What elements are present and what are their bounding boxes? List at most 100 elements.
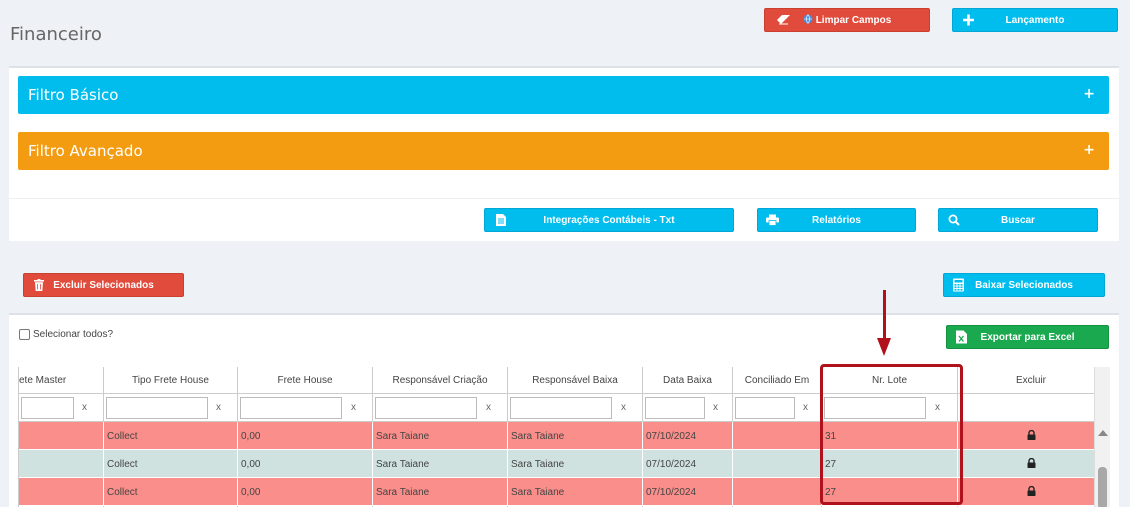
filter-input[interactable] [21,397,74,419]
column-filter: x [822,394,957,422]
table-cell: Sara Taiane [508,422,643,450]
scroll-thumb[interactable] [1098,467,1107,507]
settle-selected-label: Baixar Selecionados [975,279,1073,291]
select-all-label: Selecionar todos? [33,329,114,340]
expand-plus-icon: + [1083,86,1095,102]
table-cell [958,478,1103,506]
export-excel-label: Exportar para Excel [980,331,1075,343]
annotation-arrow-head [877,338,891,356]
reports-label: Relatórios [812,214,861,226]
filter-input[interactable] [106,397,208,419]
table-cell [19,478,104,506]
clear-fields-label: Limpar Campos [815,14,892,26]
column-header[interactable]: Tipo Frete House [104,367,237,394]
delete-selected-button[interactable]: Excluir Selecionados [23,273,184,297]
plus-icon [963,14,974,26]
table-cell: 0,00 [238,478,373,506]
table-cell: Sara Taiane [508,450,643,478]
column-header: Excluir [958,367,1103,394]
clear-filter-icon[interactable]: x [803,402,808,413]
eraser-icon [777,15,791,25]
document-icon [496,214,506,226]
table-cell [19,450,104,478]
table-cell: 27 [822,478,958,506]
column-filter: x [238,394,372,422]
select-all-checkbox-row[interactable]: Selecionar todos? [19,329,113,340]
table-cell: 07/10/2024 [643,478,733,506]
excel-icon [956,330,967,344]
scroll-up-arrow-icon[interactable] [1098,430,1108,436]
table-cell: Sara Taiane [373,478,508,506]
table-cell [19,422,104,450]
table-cell: 0,00 [238,422,373,450]
delete-selected-label: Excluir Selecionados [53,279,154,291]
filter-input[interactable] [375,397,477,419]
data-grid: ete Master x Tipo Frete House x Frete Ho… [18,367,1103,507]
column-filter: x [19,394,103,422]
launch-label: Lançamento [1005,14,1065,26]
annotation-arrow [883,290,886,342]
column-header[interactable]: Conciliado Em [733,367,821,394]
table-cell [958,422,1103,450]
clear-fields-button[interactable]: Limpar Campos [764,8,930,32]
column-header[interactable]: Data Baixa [643,367,732,394]
basic-filter-accordion[interactable]: Filtro Básico + [18,76,1109,114]
integrations-button[interactable]: Integrações Contábeis - Txt [484,208,734,232]
table-row[interactable]: Collect 0,00 Sara Taiane Sara Taiane 07/… [19,478,1103,506]
filter-input[interactable] [510,397,612,419]
launch-button[interactable]: Lançamento [952,8,1118,32]
column-filter: x [508,394,642,422]
lock-icon[interactable] [1027,429,1036,443]
export-excel-button[interactable]: Exportar para Excel [946,325,1109,349]
table-cell: Collect [104,422,238,450]
table-cell: Collect [104,478,238,506]
table-row[interactable]: Collect 0,00 Sara Taiane Sara Taiane 07/… [19,422,1103,450]
clear-filter-icon[interactable]: x [935,402,940,413]
reports-button[interactable]: Relatórios [757,208,916,232]
lock-icon[interactable] [1027,457,1036,471]
table-cell [733,478,822,506]
table-cell [958,450,1103,478]
print-icon [766,214,779,226]
table-cell: Collect [104,450,238,478]
basic-filter-label: Filtro Básico [28,86,119,104]
advanced-filter-label: Filtro Avançado [28,142,143,160]
filter-input[interactable] [645,397,705,419]
clear-filter-icon[interactable]: x [82,402,87,413]
calculator-icon [953,278,964,292]
column-header[interactable]: Frete House [238,367,372,394]
table-cell: Sara Taiane [373,450,508,478]
search-button[interactable]: Buscar [938,208,1098,232]
grid-panel: Selecionar todos? Exportar para Excel et… [9,313,1119,507]
table-cell: 31 [822,422,958,450]
column-header[interactable]: Nr. Lote [822,367,957,394]
clear-filter-icon[interactable]: x [486,402,491,413]
filter-input[interactable] [824,397,926,419]
expand-plus-icon: + [1083,142,1095,158]
clear-filter-icon[interactable]: x [621,402,626,413]
table-cell [733,450,822,478]
table-cell [733,422,822,450]
grid-scrollbar[interactable] [1094,367,1110,507]
integrations-label: Integrações Contábeis - Txt [543,214,675,226]
table-cell: 07/10/2024 [643,450,733,478]
column-header[interactable]: Responsável Baixa [508,367,642,394]
trash-icon [34,279,44,291]
filter-input[interactable] [735,397,795,419]
column-header[interactable]: ete Master [19,367,103,394]
advanced-filter-accordion[interactable]: Filtro Avançado + [18,132,1109,170]
clear-filter-icon[interactable]: x [713,402,718,413]
table-row[interactable]: Collect 0,00 Sara Taiane Sara Taiane 07/… [19,450,1103,478]
table-cell: 07/10/2024 [643,422,733,450]
select-all-checkbox[interactable] [19,329,30,340]
clear-filter-icon[interactable]: x [216,402,221,413]
column-filter: x [643,394,732,422]
column-header[interactable]: Responsável Criação [373,367,507,394]
filter-input[interactable] [240,397,342,419]
column-filter: x [104,394,237,422]
table-cell: Sara Taiane [508,478,643,506]
settle-selected-button[interactable]: Baixar Selecionados [943,273,1105,297]
lock-icon[interactable] [1027,485,1036,499]
clear-filter-icon[interactable]: x [351,402,356,413]
divider [9,198,1119,199]
